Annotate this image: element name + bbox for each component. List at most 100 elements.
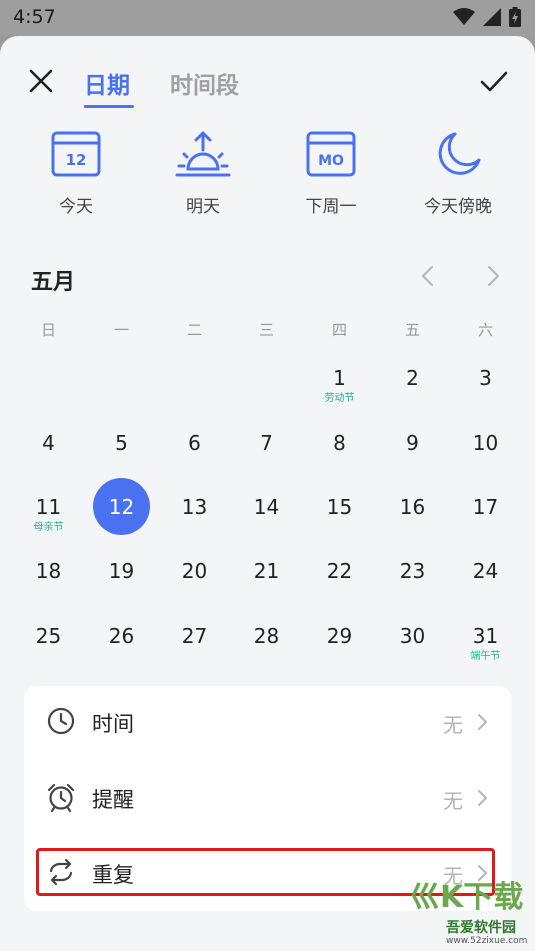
calendar-day[interactable]: 4	[12, 431, 85, 495]
day-number: 6	[188, 431, 201, 455]
quick-option-tomorrow[interactable]: 明天	[143, 130, 263, 217]
row-value: 无	[443, 713, 463, 737]
tab-time-range[interactable]: 时间段	[170, 66, 239, 100]
calendar-day[interactable]: 22	[303, 559, 376, 623]
calendar-day[interactable]: 28	[230, 624, 303, 688]
day-number: 5	[115, 431, 128, 455]
day-number: 14	[253, 495, 280, 519]
calendar-day[interactable]: 30	[376, 624, 449, 688]
day-number: 1	[333, 366, 346, 390]
calendar-day[interactable]: 16	[376, 495, 449, 559]
calendar-day[interactable]: 7	[230, 431, 303, 495]
day-number: 30	[399, 624, 426, 648]
calendar-day[interactable]: 19	[85, 559, 158, 623]
day-number: 17	[472, 495, 499, 519]
weekday-label: 一	[113, 321, 129, 339]
day-number: 4	[42, 431, 55, 455]
calendar-day[interactable]: 2	[376, 366, 449, 430]
calendar-day[interactable]: 14	[230, 495, 303, 559]
calendar-day[interactable]: 24	[449, 559, 522, 623]
festival-label: 母亲节	[33, 522, 64, 533]
watermark-logo: 巛K下载	[410, 880, 524, 915]
day-number: 27	[181, 624, 208, 648]
quick-option-today[interactable]: 12 今天	[16, 130, 136, 217]
day-number: 22	[326, 559, 353, 583]
weekday-label: 四	[331, 321, 347, 339]
check-icon[interactable]	[478, 66, 510, 96]
calendar-day[interactable]: 31 端午节	[449, 624, 522, 688]
signal-icon	[483, 8, 501, 26]
festival-label: 劳动节	[324, 393, 355, 404]
quick-option-next-monday[interactable]: MO 下周一	[271, 130, 391, 217]
day-number: 12	[108, 495, 135, 519]
time-row[interactable]: 时间 无	[24, 690, 511, 750]
watermark-url: www.52zixue.com	[446, 936, 528, 946]
moon-icon	[438, 132, 481, 175]
clock-icon	[47, 707, 75, 735]
calendar-day[interactable]: 3	[449, 366, 522, 430]
sunrise-icon	[175, 131, 231, 177]
calendar-day[interactable]: 20	[158, 559, 231, 623]
day-number: 20	[181, 559, 208, 583]
day-number: 2	[406, 366, 419, 390]
svg-text:12: 12	[66, 151, 87, 169]
calendar-day[interactable]: 21	[230, 559, 303, 623]
calendar-day[interactable]: 27	[158, 624, 231, 688]
day-number: 8	[333, 431, 346, 455]
chevron-right-icon	[478, 790, 487, 806]
weekday-label: 三	[258, 321, 274, 339]
calendar-day[interactable]: 1 劳动节	[303, 366, 376, 430]
chevron-right-icon[interactable]	[483, 264, 503, 288]
day-number: 26	[108, 624, 135, 648]
date-picker-sheet: 日期 时间段 12 今天 明天 MO 下周一 今天傍晚 五月 日 一 二 三 四…	[0, 36, 535, 951]
row-value: 无	[443, 789, 463, 813]
calendar-day[interactable]: 6	[158, 431, 231, 495]
calendar-day[interactable]: 15	[303, 495, 376, 559]
status-bar: 4:57	[0, 0, 535, 36]
day-number: 24	[472, 559, 499, 583]
status-time: 4:57	[13, 6, 56, 28]
day-number: 3	[479, 366, 492, 390]
reminder-row[interactable]: 提醒 无	[24, 766, 511, 826]
day-number: 10	[472, 431, 499, 455]
quick-option-label: 下周一	[305, 197, 357, 217]
quick-option-this-evening[interactable]: 今天傍晚	[398, 130, 518, 217]
day-number: 7	[260, 431, 273, 455]
row-label: 时间	[92, 712, 134, 736]
tab-date[interactable]: 日期	[84, 66, 130, 100]
month-title: 五月	[31, 270, 76, 295]
weekday-label: 日	[40, 321, 56, 339]
day-number: 28	[253, 624, 280, 648]
calendar-day[interactable]: 13	[158, 495, 231, 559]
day-number: 16	[399, 495, 426, 519]
day-number: 29	[326, 624, 353, 648]
chevron-right-icon	[478, 714, 487, 730]
day-number: 31	[472, 624, 499, 648]
weekday-label: 六	[477, 321, 493, 339]
calendar-monday-icon: MO	[306, 131, 356, 177]
svg-text:MO: MO	[318, 153, 344, 169]
calendar-day[interactable]: 17	[449, 495, 522, 559]
calendar-day[interactable]: 9	[376, 431, 449, 495]
top-bar: 日期 时间段	[0, 36, 535, 116]
close-icon[interactable]	[26, 66, 56, 96]
day-number: 9	[406, 431, 419, 455]
quick-option-label: 今天	[59, 197, 93, 217]
calendar-day[interactable]: 25	[12, 624, 85, 688]
calendar-day[interactable]: 29	[303, 624, 376, 688]
quick-option-label: 今天傍晚	[424, 197, 492, 217]
day-number: 25	[35, 624, 62, 648]
quick-option-label: 明天	[186, 197, 220, 217]
calendar-day[interactable]: 18	[12, 559, 85, 623]
calendar-day[interactable]: 26	[85, 624, 158, 688]
day-number: 23	[399, 559, 426, 583]
chevron-left-icon[interactable]	[418, 264, 438, 288]
calendar-day[interactable]: 11 母亲节	[12, 495, 85, 559]
calendar-day[interactable]: 12	[85, 478, 158, 559]
day-number: 15	[326, 495, 353, 519]
calendar-day[interactable]: 23	[376, 559, 449, 623]
row-label: 提醒	[92, 788, 134, 812]
wifi-icon	[453, 8, 475, 25]
calendar-day[interactable]: 10	[449, 431, 522, 495]
calendar-day[interactable]: 8	[303, 431, 376, 495]
